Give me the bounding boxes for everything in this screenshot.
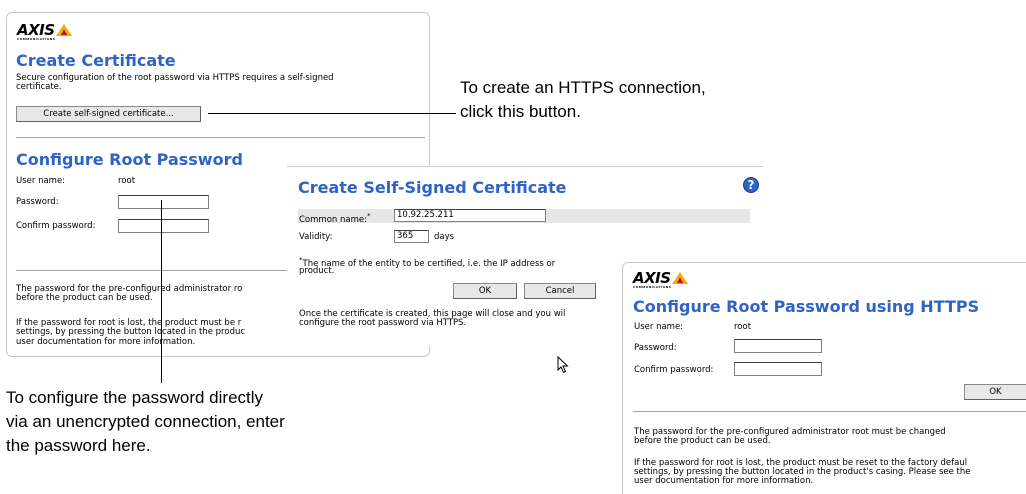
divider: [633, 411, 1026, 412]
create-self-signed-certificate-button[interactable]: Create self-signed certificate...: [16, 106, 201, 122]
note-line: user documentation for more information.: [16, 337, 196, 347]
axis-logo: AXIS COMMUNICATIONS: [17, 21, 72, 41]
footnote-line: product.: [299, 266, 335, 276]
direct-callout: To configure the password directly via a…: [6, 386, 285, 458]
note-line: before the product can be used.: [16, 293, 153, 303]
user-name-label: User name:: [16, 176, 66, 186]
create-certificate-title: Create Certificate: [16, 51, 176, 70]
validity-unit: days: [434, 232, 455, 242]
https-callout-line2: click this button.: [460, 102, 581, 121]
footnote-line: *The name of the entity to be certified,…: [299, 256, 556, 269]
axis-logo: AXIS COMMUNICATIONS: [633, 269, 688, 289]
common-name-input[interactable]: 10.92.25.211: [394, 209, 546, 222]
configure-root-password-title: Configure Root Password: [16, 150, 243, 169]
certificate-description-line1: Secure configuration of the root passwor…: [16, 73, 334, 83]
direct-callout-line3: the password here.: [6, 436, 151, 455]
https-callout: To create an HTTPS connection, click thi…: [460, 76, 706, 124]
note-line: before the product can be used.: [634, 436, 771, 446]
ok-button[interactable]: OK: [964, 384, 1026, 400]
help-icon[interactable]: ?: [743, 177, 759, 193]
password-label: Password:: [634, 343, 677, 353]
validity-label: Validity:: [299, 232, 333, 242]
confirm-password-input[interactable]: [734, 362, 822, 376]
configure-root-password-https-window: AXIS COMMUNICATIONS Configure Root Passw…: [622, 262, 1026, 494]
password-input[interactable]: [734, 339, 822, 353]
mouse-cursor-icon: [557, 356, 569, 374]
confirm-password-label: Confirm password:: [634, 365, 714, 375]
confirm-password-input[interactable]: [118, 219, 209, 233]
info-line: configure the root password via HTTPS.: [299, 318, 467, 328]
user-name-value: root: [734, 322, 752, 332]
ok-button[interactable]: OK: [453, 283, 517, 299]
user-name-value: root: [118, 176, 136, 186]
certificate-description-line2: certificate.: [16, 82, 62, 92]
divider: [16, 137, 425, 138]
confirm-password-label: Confirm password:: [16, 221, 96, 231]
direct-callout-line2: via an unencrypted connection, enter: [6, 412, 285, 431]
note-line: user documentation for more information.: [634, 476, 814, 486]
password-input[interactable]: [118, 195, 209, 209]
direct-callout-leader: [161, 200, 162, 383]
https-callout-leader: [208, 113, 456, 114]
cancel-button[interactable]: Cancel: [524, 283, 596, 299]
user-name-label: User name:: [634, 322, 684, 332]
password-label: Password:: [16, 197, 59, 207]
https-callout-line1: To create an HTTPS connection,: [460, 78, 706, 97]
configure-root-password-https-title: Configure Root Password using HTTPS: [633, 297, 980, 316]
create-self-signed-certificate-title: Create Self-Signed Certificate: [298, 178, 567, 197]
validity-input[interactable]: 365: [394, 230, 429, 243]
direct-callout-line1: To configure the password directly: [6, 388, 264, 407]
common-name-label: Common name:*: [299, 212, 371, 225]
